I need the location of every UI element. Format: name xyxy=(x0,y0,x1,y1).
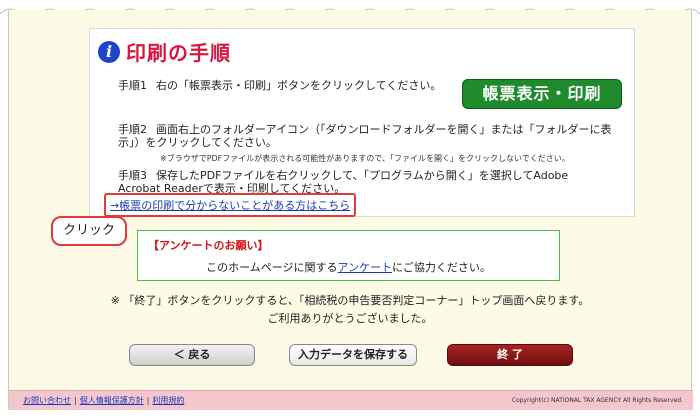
footer: お問い合わせ | 個人情報保護方針 | 利用規約 Copyright(c) NATION… xyxy=(9,390,693,410)
step-2: 手順2 画面右上のフォルダーアイコン（「ダウンロードフォルダーを開く」または「フォ… xyxy=(118,123,614,149)
print-help-link[interactable]: →帳票の印刷で分からないことがある方はこちら xyxy=(104,193,357,217)
step-2-label: 手順2 xyxy=(118,123,147,136)
save-input-data-button[interactable]: 入力データを保存する xyxy=(289,344,417,366)
step-1-text: 右の「帳票表示・印刷」ボタンをクリックしてください。 xyxy=(156,79,442,92)
survey-link[interactable]: アンケート xyxy=(338,261,393,274)
end-button[interactable]: 終 了 xyxy=(447,344,573,366)
footer-separator: | xyxy=(146,396,150,405)
footer-separator: | xyxy=(74,396,77,405)
end-notice-line-1: ※ 「終了」ボタンをクリックすると、「相続税の申告要否判定コーナー」トップ画面へ… xyxy=(110,294,590,307)
procedure-heading: i 印刷の手順 xyxy=(98,37,231,66)
footer-links: お問い合わせ | 個人情報保護方針 | 利用規約 xyxy=(23,395,184,406)
survey-text-before: このホームページに関する xyxy=(206,261,338,274)
step-3-text: 保存したPDFファイルを右クリックして、「プログラムから開く」を選択してAdob… xyxy=(118,169,569,195)
step-1: 手順1 右の「帳票表示・印刷」ボタンをクリックしてください。 xyxy=(118,79,441,92)
survey-box: 【アンケートのお願い】 このホームページに関するアンケートにご協力ください。 xyxy=(137,230,560,281)
procedure-title: 印刷の手順 xyxy=(126,41,231,65)
survey-title: 【アンケートのお願い】 xyxy=(148,239,269,252)
end-notice-line-2: ご利用ありがとうございました。 xyxy=(267,312,433,325)
back-button[interactable]: ＜ 戻る xyxy=(129,344,255,366)
copyright: Copyright(c) NATIONAL TAX AGENCY All Rig… xyxy=(511,397,683,404)
print-procedure-panel: i 印刷の手順 手順1 右の「帳票表示・印刷」ボタンをクリックしてください。 帳票… xyxy=(89,28,635,217)
step-2-note: ※ブラウザでPDFファイルが表示される可能性がありますので、「ファイルを開く」を… xyxy=(160,154,570,163)
step-3: 手順3 保存したPDFファイルを右クリックして、「プログラムから開く」を選択してA… xyxy=(118,169,614,195)
footer-terms-link[interactable]: 利用規約 xyxy=(152,396,184,405)
report-display-print-button[interactable]: 帳票表示・印刷 xyxy=(462,79,622,109)
survey-text: このホームページに関するアンケートにご協力ください。 xyxy=(138,259,559,275)
step-1-label: 手順1 xyxy=(118,79,147,92)
click-callout: クリック xyxy=(51,216,127,246)
end-notice: ※ 「終了」ボタンをクリックすると、「相続税の申告要否判定コーナー」トップ画面へ… xyxy=(9,292,691,328)
step-2-text: 画面右上のフォルダーアイコン（「ダウンロードフォルダーを開く」または「フォルダー… xyxy=(118,123,612,149)
step-3-label: 手順3 xyxy=(118,169,147,182)
info-icon: i xyxy=(98,40,120,63)
footer-contact-link[interactable]: お問い合わせ xyxy=(23,396,71,405)
footer-privacy-link[interactable]: 個人情報保護方針 xyxy=(80,396,144,405)
page-container: i 印刷の手順 手順1 右の「帳票表示・印刷」ボタンをクリックしてください。 帳票… xyxy=(8,10,693,410)
survey-text-after: にご協力ください。 xyxy=(392,261,491,274)
